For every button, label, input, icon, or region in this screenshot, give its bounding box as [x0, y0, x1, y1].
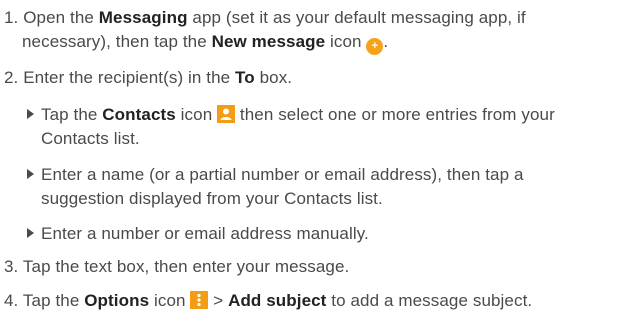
- step-text: icon: [325, 32, 367, 51]
- step-text: .: [383, 32, 389, 51]
- bullet-arrow-icon: [27, 228, 34, 238]
- bullet-item-name: Enter a name (or a partial number or ema…: [27, 163, 524, 186]
- options-icon: [190, 291, 209, 309]
- step-text: box.: [254, 68, 293, 87]
- step-number: 1.: [4, 8, 19, 27]
- add-subject-label: Add subject: [228, 291, 327, 310]
- step-2: 2. Enter the recipient(s) in the To box.: [4, 66, 292, 89]
- bullet-text: icon: [175, 105, 218, 124]
- bullet-text: then select one or more entries from you…: [235, 105, 555, 124]
- messaging-app-label: Messaging: [98, 8, 188, 27]
- bullet-text: Tap the: [41, 105, 103, 124]
- bullet-item-contacts-cont: Contacts list.: [41, 127, 140, 150]
- bullet-text: suggestion displayed from your Contacts …: [41, 189, 383, 208]
- step-number: 2.: [4, 68, 19, 87]
- options-label: Options: [84, 291, 150, 310]
- bullet-arrow-icon: [27, 109, 34, 119]
- step-text: Tap the text box, then enter your messag…: [22, 257, 350, 276]
- bullet-arrow-icon: [27, 169, 34, 179]
- contacts-icon: [217, 105, 236, 123]
- step-number: 3.: [4, 257, 19, 276]
- step-text: >: [208, 291, 229, 310]
- step-text: necessary), then tap the: [22, 32, 212, 51]
- bullet-text: Contacts list.: [41, 129, 140, 148]
- step-text: icon: [149, 291, 191, 310]
- step-text: Tap the: [22, 291, 85, 310]
- step-3: 3. Tap the text box, then enter your mes…: [4, 255, 349, 278]
- step-text: Open the: [23, 8, 99, 27]
- bullet-item-contacts: Tap the Contacts icon then select one or…: [27, 103, 555, 126]
- to-field-label: To: [235, 68, 255, 87]
- step-1: 1. Open the Messaging app (set it as you…: [4, 6, 526, 29]
- step-4: 4. Tap the Options icon > Add subject to…: [4, 289, 532, 312]
- step-number: 4.: [4, 291, 19, 310]
- bullet-text: Enter a number or email address manually…: [41, 224, 369, 243]
- bullet-item-manual: Enter a number or email address manually…: [27, 222, 369, 245]
- bullet-text: Enter a name (or a partial number or ema…: [41, 165, 524, 184]
- step-text: Enter the recipient(s) in the: [23, 68, 236, 87]
- step-1-cont: necessary), then tap the New message ico…: [22, 30, 388, 55]
- step-text: to add a message subject.: [326, 291, 533, 310]
- new-message-label: New message: [211, 32, 326, 51]
- step-text: app (set it as your default messaging ap…: [187, 8, 526, 27]
- new-message-plus-icon: +: [366, 38, 384, 55]
- bullet-item-name-cont: suggestion displayed from your Contacts …: [41, 187, 383, 210]
- contacts-label: Contacts: [102, 105, 176, 124]
